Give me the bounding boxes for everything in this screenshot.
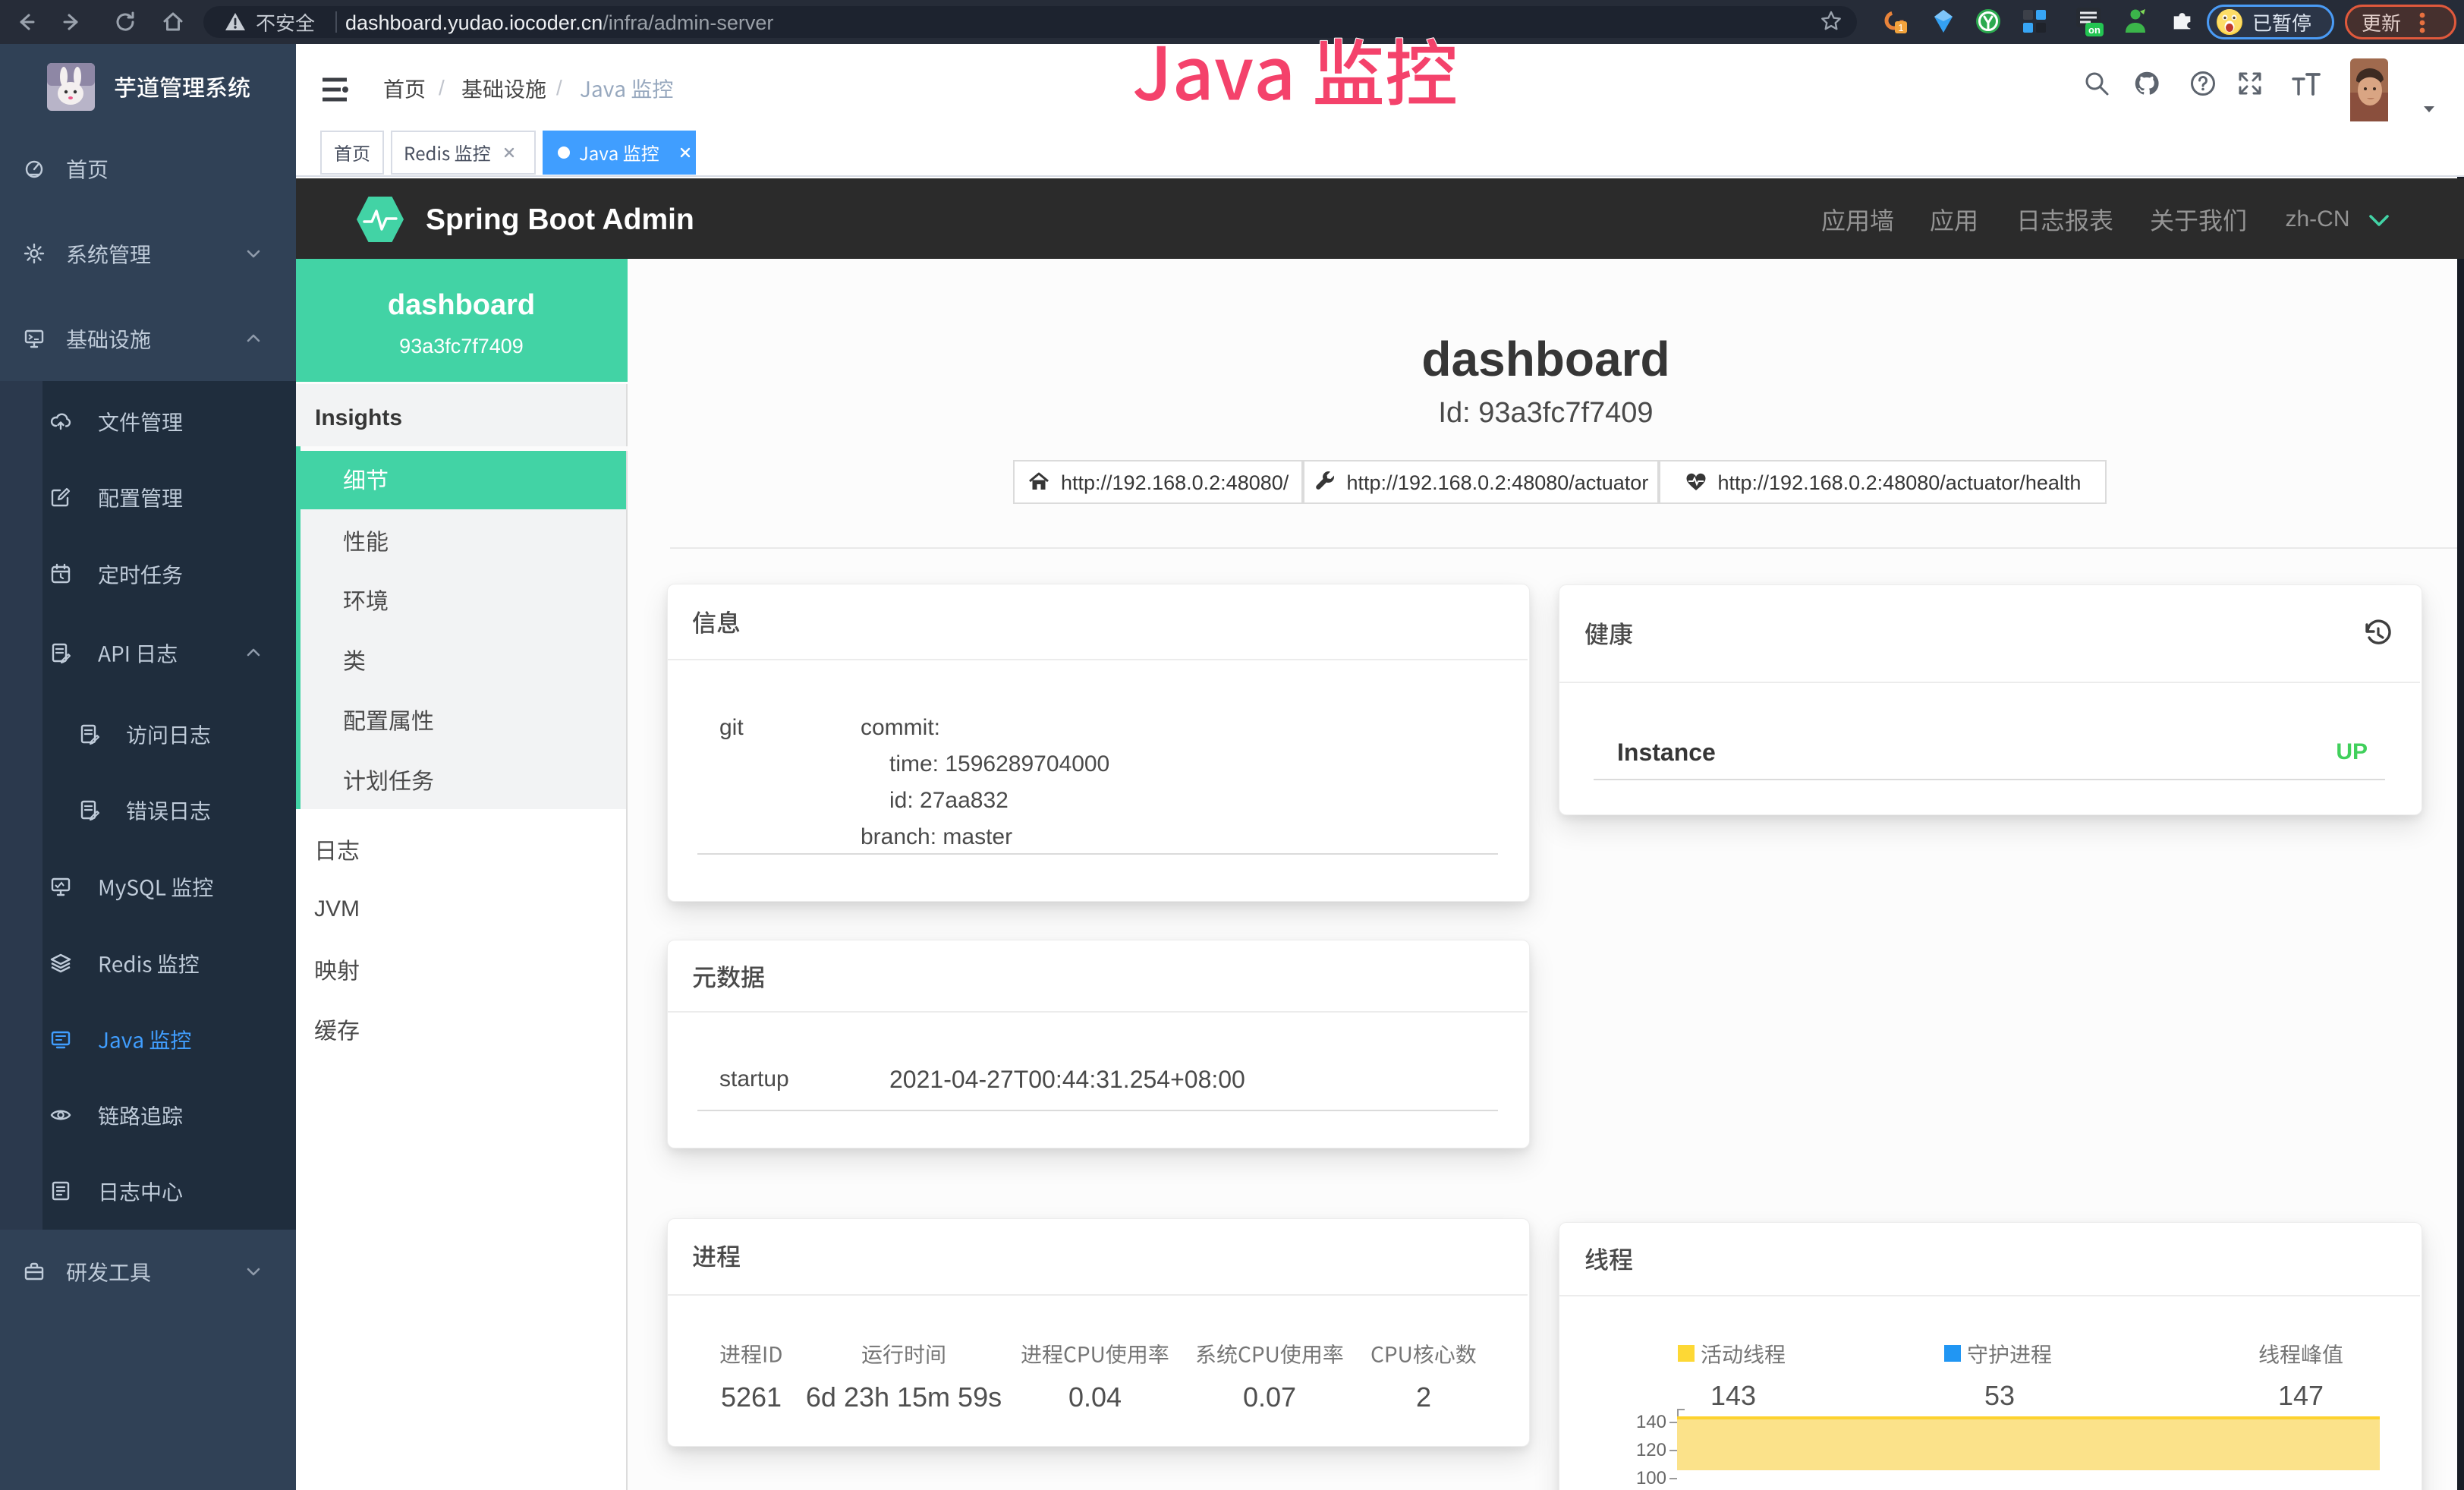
svg-text:on: on bbox=[2088, 24, 2101, 36]
svg-text:1: 1 bbox=[1898, 22, 1903, 33]
